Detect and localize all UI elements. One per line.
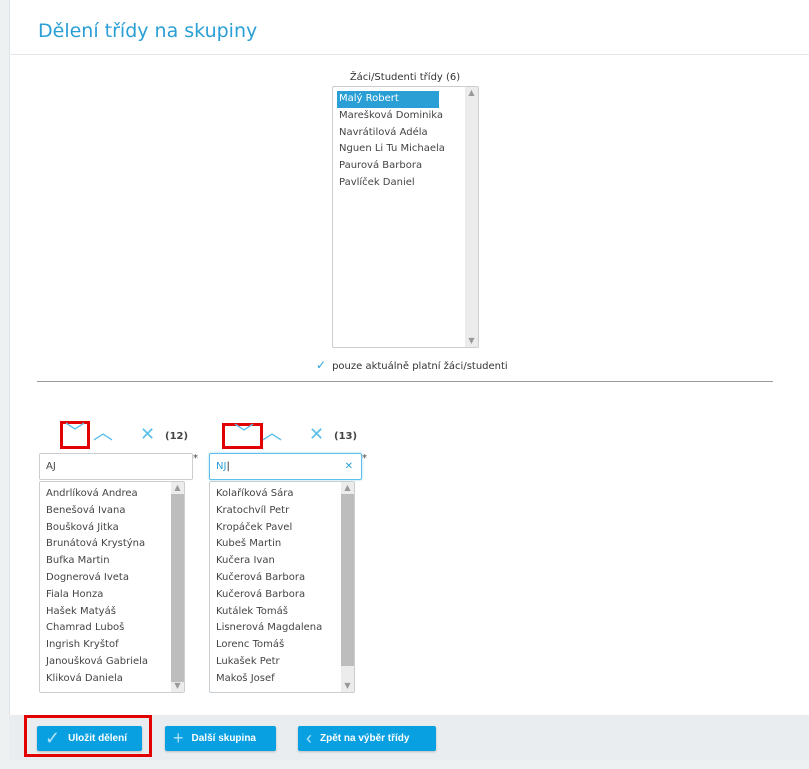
list-item[interactable]: Fiala Honza [40,587,184,604]
scrollbar-thumb[interactable] [341,494,354,666]
list-item[interactable]: Hašek Matyáš [40,604,184,621]
list-item[interactable]: Benešová Ivana [40,503,184,520]
source-student-list[interactable]: Malý Robert Marešková Dominika Navrátilová… [332,86,479,348]
list-item[interactable]: Kutálek Tomáš [210,604,354,621]
scrollbar-thumb[interactable] [171,494,184,682]
divider [37,381,773,382]
clear-icon[interactable]: ✕ [345,454,353,479]
scrollbar[interactable]: ▲ ▼ [171,482,184,692]
move-up-icon[interactable]: ︿ [262,422,282,442]
move-up-icon[interactable]: ︿ [93,422,113,442]
required-mark: * [362,453,367,464]
list-item[interactable]: Kučerová Barbora [210,587,354,604]
group-student-list[interactable]: Kolaříková Sára Kratochvíl Petr Kropáček P… [209,481,355,693]
back-label: Zpět na výběr třídy [320,733,410,744]
list-item[interactable]: Janoušková Gabriela [40,654,184,671]
only-current-checkbox[interactable]: ✓ pouze aktuálně platní žáci/studenti [316,358,508,372]
save-button[interactable]: ✓ Uložit dělení [37,726,142,751]
list-item[interactable]: Navrátilová Adéla [333,125,478,142]
list-item[interactable]: Kropáček Pavel [210,520,354,537]
scrollbar[interactable]: ▲ ▼ [341,482,354,692]
list-item[interactable]: Makoš Josef [210,671,354,688]
list-item[interactable]: Nguen Li Tu Michaela [333,141,478,158]
scrollbar[interactable]: ▲ ▼ [465,87,478,347]
remove-group-icon[interactable]: ✕ [309,426,324,444]
check-icon: ✓ [316,358,327,372]
list-item[interactable]: Andrlíková Andrea [40,486,184,503]
list-item[interactable]: Kučerová Barbora [210,570,354,587]
chevron-left-icon: ‹ [306,728,312,748]
scroll-up-icon[interactable]: ▲ [171,482,184,494]
scroll-down-icon[interactable]: ▼ [465,335,478,347]
list-item[interactable]: Chamrad Luboš [40,620,184,637]
list-item[interactable]: Bufka Martin [40,553,184,570]
divider [9,54,809,55]
group-count: (13) [334,431,358,442]
group-count: (12) [165,431,189,442]
list-item[interactable]: Kolaříková Sára [210,486,354,503]
save-label: Uložit dělení [68,733,127,744]
list-item[interactable]: Kratochvíl Petr [210,503,354,520]
list-item[interactable]: Lorenc Tomáš [210,637,354,654]
list-item[interactable]: Kučera Ivan [210,553,354,570]
add-label: Další skupina [191,733,256,744]
list-item[interactable]: Brunátová Krystýna [40,536,184,553]
list-item[interactable]: Kliková Daniela [40,671,184,688]
group-name-value: NJ [216,461,227,472]
list-item[interactable]: Pavlíček Daniel [333,175,478,192]
group-name-input[interactable]: NJ| ✕ [209,453,362,480]
group-name-input[interactable]: AJ [39,453,193,480]
scroll-down-icon[interactable]: ▼ [341,680,354,692]
list-item[interactable]: Marešková Dominika [333,108,478,125]
list-item[interactable]: Lisnerová Magdalena [210,620,354,637]
source-list-label: Žáci/Studenti třídy (6) [349,72,461,83]
move-down-icon[interactable]: ﹀ [65,422,85,442]
scroll-up-icon[interactable]: ▲ [341,482,354,494]
check-icon: ✓ [45,728,61,748]
scroll-down-icon[interactable]: ▼ [171,680,184,692]
move-down-icon[interactable]: ﹀ [234,423,254,443]
list-item[interactable]: Boušková Jitka [40,520,184,537]
plus-icon: + [173,728,184,748]
required-mark: * [193,453,198,464]
list-item[interactable]: Dognerová Iveta [40,570,184,587]
scroll-up-icon[interactable]: ▲ [465,87,478,99]
remove-group-icon[interactable]: ✕ [140,426,155,444]
list-item[interactable]: Kubeš Martin [210,536,354,553]
only-current-label: pouze aktuálně platní žáci/studenti [332,361,508,372]
list-item[interactable]: Lukašek Petr [210,654,354,671]
back-button[interactable]: ‹ Zpět na výběr třídy [298,726,436,751]
list-item[interactable]: Paurová Barbora [333,158,478,175]
list-item[interactable]: Malý Robert [337,91,439,108]
page-title: Dělení třídy na skupiny [38,20,258,42]
add-group-button[interactable]: + Další skupina [165,726,276,751]
list-item[interactable]: Ingrish Kryštof [40,637,184,654]
group-student-list[interactable]: Andrlíková Andrea Benešová Ivana Boušková … [39,481,185,693]
